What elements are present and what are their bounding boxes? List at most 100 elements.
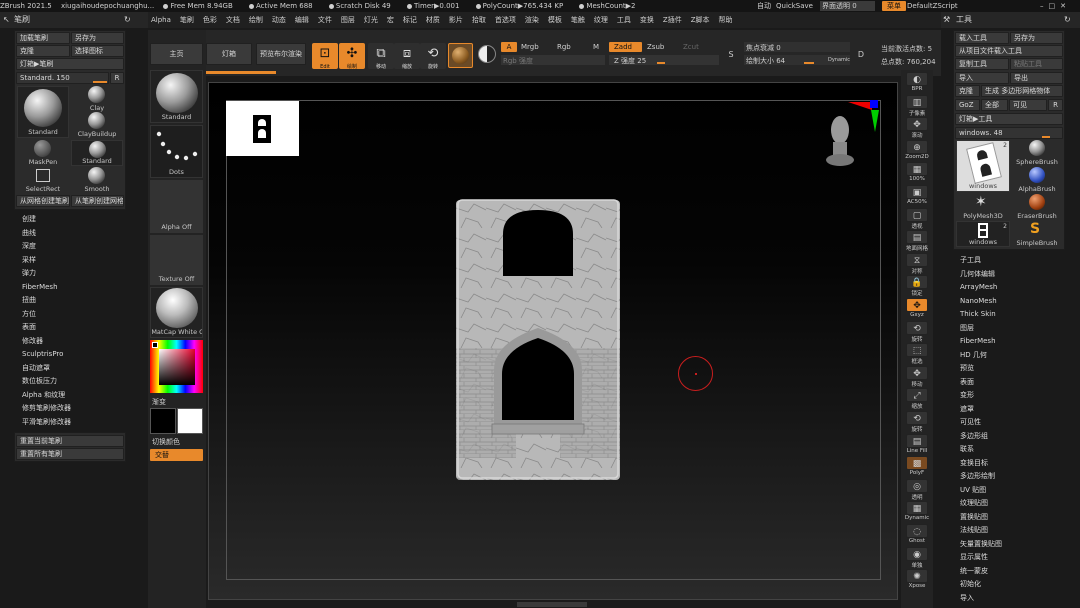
- r-button[interactable]: R: [1048, 99, 1063, 111]
- view-tool-button[interactable]: ▥ 子像素: [904, 94, 930, 117]
- menu-item[interactable]: 文档: [226, 12, 240, 28]
- goz-all-button[interactable]: 全部: [981, 99, 1008, 111]
- create-mesh-from-brush-button[interactable]: 从笔刷创建网格: [71, 195, 124, 207]
- rotate-mode-button[interactable]: ⟲ 旋转: [420, 43, 446, 70]
- secondary-color-swatch[interactable]: [177, 408, 203, 434]
- goz-visible-button[interactable]: 可见: [1009, 99, 1047, 111]
- brush-thumb-standard-2[interactable]: Standard: [71, 140, 123, 166]
- brush-submenu-item[interactable]: 表面: [22, 321, 122, 335]
- menu-item[interactable]: Alpha: [151, 12, 171, 28]
- tool-submenu-item[interactable]: 多边形组: [960, 430, 1065, 444]
- scale-mode-button[interactable]: ⧈ 缩放: [394, 43, 420, 70]
- tool-submenu-item[interactable]: 初始化: [960, 578, 1065, 592]
- navigation-thumbnail[interactable]: [226, 101, 299, 156]
- view-tool-button[interactable]: ◉ 单独: [904, 546, 930, 569]
- view-tool-button[interactable]: ✥ Gxyz: [904, 298, 930, 318]
- brush-submenu-item[interactable]: 自动遮罩: [22, 362, 122, 376]
- z-intensity-slider[interactable]: Z 强度 25: [609, 55, 719, 65]
- script-label[interactable]: DefaultZScript: [907, 0, 958, 12]
- tool-thumb-alphabrush[interactable]: AlphaBrush: [1011, 167, 1063, 193]
- tool-submenu-item[interactable]: NanoMesh: [960, 295, 1065, 309]
- tool-submenu-item[interactable]: 多边形绘制: [960, 470, 1065, 484]
- paste-tool-button[interactable]: 粘贴工具: [1010, 58, 1063, 70]
- r-button[interactable]: R: [110, 72, 124, 84]
- view-tool-button[interactable]: ▤ 地面网格: [904, 230, 930, 252]
- menu-item[interactable]: Z插件: [663, 12, 682, 28]
- tool-submenu-item[interactable]: 矢量置换贴图: [960, 538, 1065, 552]
- view-tool-button[interactable]: ▦ 100%: [904, 162, 930, 182]
- mrgb-toggle[interactable]: Mrgb: [521, 43, 539, 51]
- window-mesh-model[interactable]: [456, 198, 620, 480]
- transparency-slider[interactable]: 界面透明 0: [820, 1, 875, 11]
- brush-submenu-item[interactable]: 平滑笔刷修改器: [22, 416, 122, 430]
- create-brush-from-mesh-button[interactable]: 从网格创建笔刷: [16, 195, 70, 207]
- refresh-icon[interactable]: ↻: [124, 12, 131, 28]
- alpha-off-slot[interactable]: Alpha Off: [150, 180, 203, 233]
- load-brush-button[interactable]: 加载笔刷: [16, 32, 70, 44]
- menu-item[interactable]: 帮助: [719, 12, 733, 28]
- brush-thumb-clay[interactable]: Clay: [71, 86, 123, 112]
- tool-submenu-item[interactable]: 几何体编辑: [960, 268, 1065, 282]
- view-tool-button[interactable]: ▤ Line Fill: [904, 433, 930, 454]
- matcap-material-slot[interactable]: MatCap White C: [150, 287, 203, 338]
- move-mode-button[interactable]: ⧉ 移动: [368, 43, 394, 70]
- tool-submenu-item[interactable]: 导入: [960, 592, 1065, 606]
- menu-item[interactable]: 拾取: [472, 12, 486, 28]
- goz-button[interactable]: GoZ: [955, 99, 980, 111]
- zcut-toggle[interactable]: Zcut: [683, 43, 699, 51]
- view-tool-button[interactable]: ▣ AC50%: [904, 185, 930, 205]
- menu-item[interactable]: 变换: [640, 12, 654, 28]
- a-toggle[interactable]: A: [501, 42, 517, 52]
- quicksave-button[interactable]: QuickSave: [776, 0, 813, 12]
- tool-submenu-item[interactable]: 预览: [960, 362, 1065, 376]
- m-toggle[interactable]: M: [593, 43, 599, 51]
- view-tool-button[interactable]: ◌ Ghost: [904, 524, 930, 544]
- tool-submenu-item[interactable]: 法线贴图: [960, 524, 1065, 538]
- menu-item[interactable]: 纹理: [594, 12, 608, 28]
- menu-item[interactable]: 动态: [272, 12, 286, 28]
- brush-submenu-item[interactable]: 方位: [22, 308, 122, 322]
- lightbox-button[interactable]: 灯箱: [206, 43, 252, 65]
- reset-all-brushes-button[interactable]: 重置所有笔刷: [16, 448, 124, 460]
- brush-submenu-item[interactable]: 创建: [22, 213, 122, 227]
- clone-tool-button[interactable]: 克隆: [955, 85, 980, 97]
- brush-submenu-item[interactable]: 采样: [22, 254, 122, 268]
- brush-submenu-item[interactable]: 修剪笔刷修改器: [22, 402, 122, 416]
- main-color-swatch[interactable]: [150, 408, 176, 434]
- rgb-toggle[interactable]: Rgb: [557, 43, 571, 51]
- menu-item[interactable]: 图层: [341, 12, 355, 28]
- load-from-project-button[interactable]: 从项目文件载入工具: [955, 45, 1063, 57]
- view-tool-button[interactable]: ⟲ 旋转: [904, 320, 930, 343]
- lightbox-brush-button[interactable]: 灯箱▶笔刷: [16, 58, 124, 70]
- export-tool-button[interactable]: 导出: [1010, 72, 1063, 84]
- tool-thumb-polymesh3d[interactable]: ✶ PolyMesh3D: [956, 194, 1010, 220]
- load-tool-button[interactable]: 载入工具: [955, 32, 1009, 44]
- view-tool-button[interactable]: ⧖ 对称: [904, 252, 930, 275]
- current-brush-standard[interactable]: Standard: [150, 70, 203, 123]
- focal-shift-slider[interactable]: 焦点衰减 0: [744, 42, 850, 52]
- view-tool-button[interactable]: ▩ PolyF: [904, 456, 930, 476]
- copy-tool-button[interactable]: 复制工具: [955, 58, 1009, 70]
- brush-submenu-item[interactable]: SculptrisPro: [22, 348, 122, 362]
- brush-submenu-item[interactable]: 数位板压力: [22, 375, 122, 389]
- menu-item[interactable]: 笔刷: [180, 12, 194, 28]
- brush-submenu-item[interactable]: 深度: [22, 240, 122, 254]
- brush-submenu-item[interactable]: 曲线: [22, 227, 122, 241]
- view-tool-button[interactable]: ✥ 滚动: [904, 117, 930, 139]
- menu-item[interactable]: 首选项: [495, 12, 516, 28]
- menu-item[interactable]: 笔触: [571, 12, 585, 28]
- tool-submenu-item[interactable]: 变形: [960, 389, 1065, 403]
- fill-toggle-icon[interactable]: [478, 45, 496, 63]
- lightbox-tool-button[interactable]: 灯箱▶工具: [955, 113, 1063, 125]
- tool-submenu-item[interactable]: 统一蒙皮: [960, 565, 1065, 579]
- brush-thumb-smooth[interactable]: Smooth: [71, 167, 123, 193]
- brush-submenu-item[interactable]: FiberMesh: [22, 281, 122, 295]
- zadd-toggle[interactable]: Zadd: [609, 42, 642, 52]
- tool-submenu-item[interactable]: 变换目标: [960, 457, 1065, 471]
- view-tool-button[interactable]: ⤢ 缩放: [904, 388, 930, 410]
- tool-submenu-item[interactable]: 遮罩: [960, 403, 1065, 417]
- menu-item[interactable]: 宏: [387, 12, 394, 28]
- texture-off-slot[interactable]: Texture Off: [150, 235, 203, 285]
- view-tool-button[interactable]: ✺ Xpose: [904, 569, 930, 589]
- stroke-dots[interactable]: Dots: [150, 125, 203, 178]
